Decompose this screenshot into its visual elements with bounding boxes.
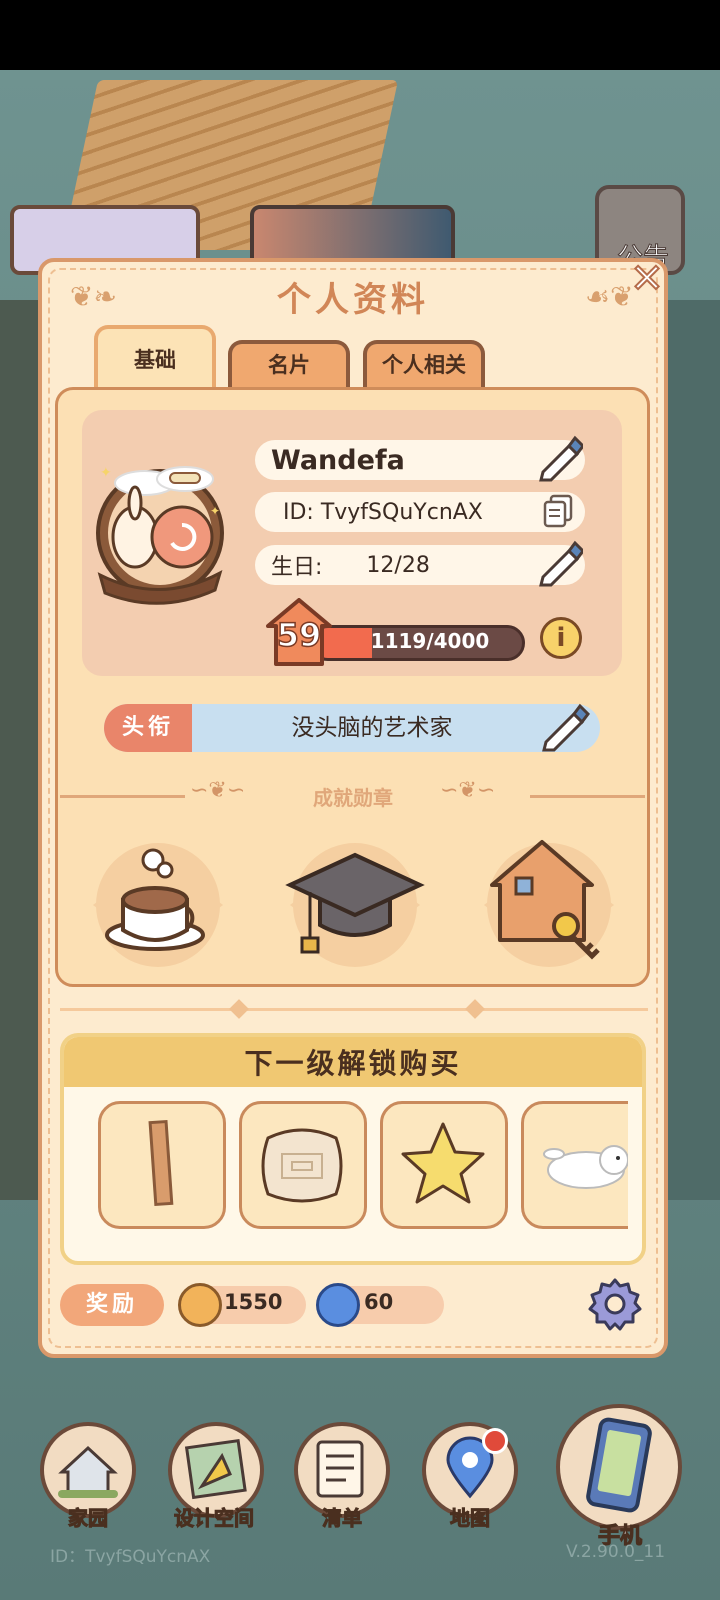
ornament-left-icon: ∽❦∽	[190, 778, 246, 803]
info-icon[interactable]: i	[540, 617, 582, 659]
title-tag: 头衔	[104, 704, 192, 752]
birthday-field: 生日: 12/28	[255, 540, 585, 587]
status-bar	[0, 0, 720, 70]
bunny-plush-icon[interactable]	[521, 1101, 628, 1229]
house-key-medal-icon[interactable]	[474, 830, 624, 980]
section-separator	[60, 1008, 648, 1011]
player-id: ID: TvyfSQuYcnAX	[283, 499, 483, 525]
tab-personal[interactable]: 个人相关	[363, 340, 485, 388]
edit-title-pencil-icon[interactable]	[540, 702, 592, 754]
tab-basic[interactable]: 基础	[94, 325, 216, 391]
nav-home-label: 家园	[68, 1506, 109, 1531]
graduation-cap-medal-icon[interactable]	[280, 830, 430, 980]
svg-text:✦: ✦	[100, 465, 112, 481]
unlock-items-row[interactable]	[98, 1101, 628, 1231]
next-level-unlock-box: 下一级解锁购买	[60, 1033, 646, 1265]
background-left-wall	[0, 300, 40, 1200]
achievement-divider-left	[60, 795, 185, 798]
home-icon	[58, 1445, 118, 1498]
unlock-header: 下一级解锁购买	[64, 1037, 642, 1087]
map-notification-dot	[482, 1428, 508, 1454]
coin-icon	[178, 1283, 222, 1327]
coffee-medal-icon[interactable]	[83, 830, 233, 980]
copy-icon[interactable]	[543, 494, 577, 528]
player-title-row: 头衔 没头脑的艺术家	[104, 704, 600, 752]
birthday-label: 生日:	[271, 555, 323, 580]
coin-reward-value: 1550	[224, 1290, 283, 1314]
phone-icon	[586, 1417, 652, 1513]
id-field: ID: TvyfSQuYcnAX	[255, 492, 585, 532]
background-right-wall	[665, 300, 720, 1200]
blue-gem-icon	[316, 1283, 360, 1327]
patterned-cushion-icon[interactable]	[239, 1101, 367, 1229]
name-field: Wandefa	[255, 435, 585, 482]
gear-icon[interactable]	[587, 1276, 643, 1332]
avatar[interactable]: ✦ ✦	[90, 455, 230, 605]
list-icon	[316, 1440, 364, 1498]
svg-text:✦: ✦	[210, 504, 220, 518]
xp-text: 1119/4000	[370, 629, 490, 653]
wood-plank-icon[interactable]	[98, 1101, 226, 1229]
gem-reward-value: 60	[364, 1290, 394, 1314]
footer-version: V.2.90.0_11	[566, 1542, 666, 1562]
reward-label: 奖励	[60, 1284, 164, 1326]
nav-map-label: 地图	[450, 1506, 491, 1531]
title-value: 没头脑的艺术家	[291, 715, 453, 741]
nav-design-label: 设计空间	[174, 1506, 255, 1531]
nav-list-label: 清单	[322, 1506, 363, 1531]
achievement-divider-right	[530, 795, 645, 798]
footer-player-id: ID：TvyfSQuYcnAX	[50, 1547, 211, 1567]
player-name: Wandefa	[271, 444, 405, 476]
edit-birthday-pencil-icon[interactable]	[539, 537, 585, 587]
edit-name-pencil-icon[interactable]	[539, 432, 585, 482]
achievements-label: 成就勋章	[313, 786, 393, 810]
birthday-value: 12/28	[366, 552, 430, 578]
dialog-title: 个人资料	[277, 280, 429, 320]
nav-phone-button[interactable]	[556, 1404, 682, 1530]
tab-card[interactable]: 名片	[228, 340, 350, 388]
design-icon	[184, 1438, 247, 1500]
star-pillow-icon[interactable]	[380, 1101, 508, 1229]
